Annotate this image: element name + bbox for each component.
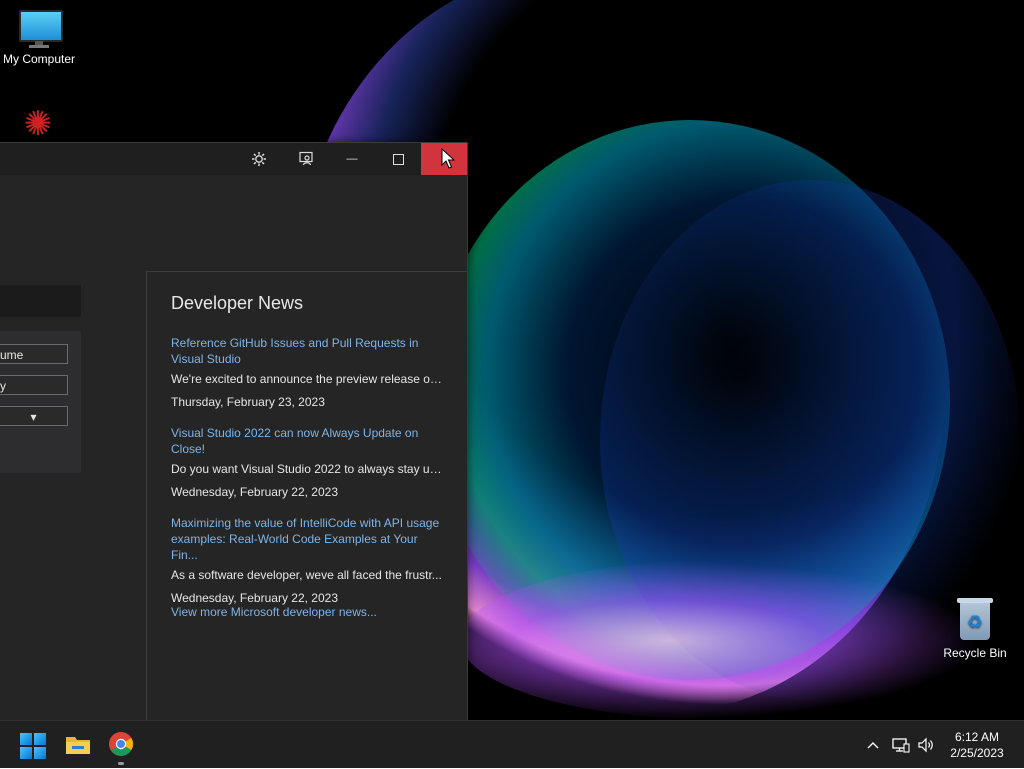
desktop-icon-recycle-bin[interactable]: ♻ Recycle Bin: [935, 598, 1015, 660]
news-link[interactable]: Visual Studio 2022 can now Always Update…: [171, 425, 443, 457]
news-snippet: As a software developer, weve all faced …: [171, 568, 442, 582]
settings-button[interactable]: [236, 143, 282, 175]
clock-date: 2/25/2023: [950, 746, 1004, 760]
chevron-down-icon: ▾: [30, 410, 37, 424]
visual-studio-window: — ✕ sume ify ▾ Developer News Reference …: [0, 142, 468, 721]
volume-icon: [918, 737, 933, 753]
start-button[interactable]: [20, 733, 46, 759]
news-heading: Developer News: [171, 293, 304, 313]
clock-time: 6:12 AM: [954, 730, 1000, 744]
running-indicator: [118, 762, 124, 765]
desktop-icon-my-computer[interactable]: My Computer: [0, 10, 79, 66]
option-dropdown[interactable]: ▾: [0, 406, 68, 426]
desktop-icon-label: Recycle Bin: [943, 646, 1007, 660]
desktop-icon-label: My Computer: [2, 52, 76, 66]
news-item: Reference GitHub Issues and Pull Request…: [171, 335, 443, 409]
news-date: Wednesday, February 22, 2023: [171, 591, 338, 605]
recycle-bin-icon: ♻: [957, 598, 993, 642]
gear-icon: [252, 152, 266, 166]
wallpaper-bloom-glow: [460, 560, 980, 720]
feedback-person-icon: [299, 151, 313, 166]
start-actions-pane: sume ify ▾: [0, 271, 147, 721]
news-item: Maximizing the value of IntelliCode with…: [171, 515, 443, 605]
clock[interactable]: 6:12 AM 2/25/2023: [944, 729, 1010, 761]
monitor-icon: [17, 10, 63, 48]
chrome-button[interactable]: [108, 731, 136, 759]
news-item: Visual Studio 2022 can now Always Update…: [171, 425, 443, 499]
file-explorer-button[interactable]: [64, 731, 92, 759]
window-titlebar[interactable]: — ✕: [0, 143, 467, 175]
network-button[interactable]: [890, 721, 912, 769]
chrome-icon: [109, 732, 134, 756]
network-icon: [892, 738, 910, 753]
search-box[interactable]: [0, 285, 81, 317]
feedback-button[interactable]: [283, 143, 329, 175]
window-header: [0, 175, 467, 272]
news-date: Wednesday, February 22, 2023: [171, 485, 338, 499]
maximize-icon: [392, 153, 404, 165]
visual-studio-desktop-icon[interactable]: ✺: [14, 106, 62, 142]
windows-logo-icon: [20, 733, 32, 745]
folder-icon: [66, 737, 90, 754]
news-link[interactable]: Reference GitHub Issues and Pull Request…: [171, 335, 443, 367]
news-link[interactable]: Maximizing the value of IntelliCode with…: [171, 515, 443, 563]
news-snippet: Do you want Visual Studio 2022 to always…: [171, 462, 443, 476]
volume-button[interactable]: [915, 721, 937, 769]
minimize-button[interactable]: —: [329, 143, 375, 175]
option-field-verify[interactable]: ify: [0, 375, 68, 395]
minimize-icon: —: [346, 153, 358, 165]
mouse-cursor-icon: [441, 148, 455, 169]
show-hidden-icons-button[interactable]: [862, 721, 884, 769]
option-field-resume[interactable]: sume: [0, 344, 68, 364]
maximize-button[interactable]: [375, 143, 421, 175]
taskbar: 6:12 AM 2/25/2023: [0, 720, 1024, 768]
view-more-news-link[interactable]: View more Microsoft developer news...: [171, 605, 377, 619]
chevron-up-icon: [867, 742, 879, 749]
options-panel: sume ify ▾: [0, 331, 81, 473]
news-snippet: We're excited to announce the preview re…: [171, 372, 443, 386]
news-date: Thursday, February 23, 2023: [171, 395, 325, 409]
